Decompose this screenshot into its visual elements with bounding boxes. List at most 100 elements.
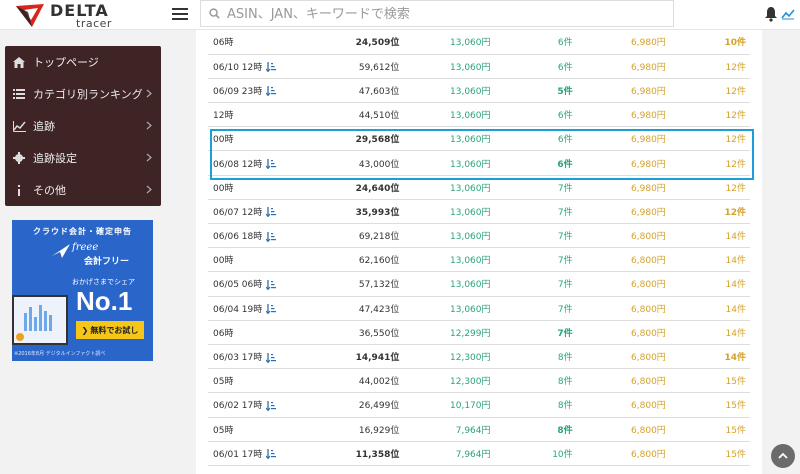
ad-free-trial-button[interactable]: ❯ 無料でお試し (76, 321, 144, 339)
cell-used-count: 14件 (665, 247, 750, 273)
table-row: 06時 36,550位 12,299円 7件 6,800円 14件 (208, 320, 750, 345)
cell-new-count: 8件 (490, 417, 573, 442)
sidebar-item-label: その他 (33, 184, 66, 197)
ad-headline: クラウド会計・確定申告 (33, 227, 132, 236)
table-row: 05時 44,002位 12,300円 8件 6,800円 15件 (208, 368, 750, 394)
table-row: 06/08 12時 43,000位 13,060円 6件 6,980円 12件 (208, 150, 750, 176)
table-row: 06時 24,509位 13,060円 6件 6,980円 10件 (208, 30, 750, 55)
time-label: 06時 (213, 38, 234, 49)
sort-amount-icon[interactable] (266, 159, 277, 170)
cell-used-count: 14件 (665, 320, 750, 345)
sort-amount-icon[interactable] (266, 352, 277, 363)
time-label: 06時 (213, 328, 234, 339)
cell-rank: 59,612位 (338, 54, 400, 79)
chevron-right-icon (146, 185, 152, 194)
cell-new-count: 7件 (490, 271, 573, 297)
bell-icon[interactable] (764, 6, 778, 22)
cell-new-count: 6件 (490, 54, 573, 79)
cell-time: 06/02 17時 (208, 392, 339, 418)
cell-used-count: 14件 (665, 344, 750, 370)
cell-time: 06/10 12時 (208, 54, 339, 79)
ad-bird-icon (52, 244, 70, 258)
cell-used-price: 6,800円 (572, 296, 666, 321)
cell-time: 06/01 17時 (208, 441, 339, 466)
sort-amount-icon[interactable] (266, 279, 277, 290)
search-icon[interactable] (209, 8, 220, 19)
time-label: 06/05 06時 (213, 280, 263, 291)
sidebar-item-category-ranking[interactable]: カテゴリ別ランキング (5, 78, 161, 110)
chevron-right-icon (146, 153, 152, 162)
cell-rank: 16,929位 (338, 417, 400, 442)
sort-amount-icon[interactable] (266, 304, 277, 315)
sidebar-item-other[interactable]: その他 (5, 174, 161, 206)
cell-used-count: 14件 (665, 223, 750, 249)
cell-new-price: 12,300円 (399, 368, 491, 394)
cell-new-price: 13,060円 (399, 199, 491, 225)
cell-time: 06時 (208, 30, 339, 55)
ad-button-label: 無料でお試し (90, 325, 139, 335)
cell-time: 06/03 17時 (208, 344, 339, 370)
table-row: 06/06 18時 69,218位 13,060円 7件 6,800円 14件 (208, 223, 750, 249)
ad-banner[interactable]: クラウド会計・確定申告 freee 会計フリー おかげさまでシェア No.1 ❯… (12, 220, 153, 361)
sort-amount-icon[interactable] (266, 231, 277, 242)
sidebar-item-tracking-settings[interactable]: 追跡設定 (5, 142, 161, 174)
sort-amount-icon[interactable] (266, 400, 277, 411)
cell-new-price: 13,060円 (399, 54, 491, 79)
time-label: 06/02 17時 (213, 401, 263, 412)
cell-new-count: 7件 (490, 199, 573, 225)
cell-rank: 11,358位 (338, 441, 400, 466)
cell-new-price: 13,060円 (399, 175, 491, 200)
chart-trend-icon[interactable] (781, 8, 795, 20)
cell-new-price: 13,060円 (399, 223, 491, 249)
cell-rank: 44,510位 (338, 102, 400, 128)
cell-used-price: 6,800円 (572, 247, 666, 273)
line-chart-icon (5, 120, 33, 132)
cell-used-price: 6,980円 (572, 30, 666, 55)
table-row: 06/07 12時 35,993位 13,060円 7件 6,980円 12件 (208, 199, 750, 225)
cell-used-price: 6,980円 (572, 199, 666, 225)
cell-new-price: 10,170円 (399, 392, 491, 418)
cell-new-price: 7,964円 (399, 417, 491, 442)
menu-toggle-icon[interactable] (172, 8, 188, 20)
cell-used-price: 6,980円 (572, 150, 666, 176)
cell-time: 12時 (208, 102, 339, 128)
cell-used-count: 10件 (665, 30, 750, 55)
table-row: 06/05 06時 57,132位 13,060円 7件 6,800円 14件 (208, 271, 750, 297)
home-icon (5, 56, 33, 68)
cell-rank: 24,640位 (338, 175, 400, 200)
sort-amount-icon[interactable] (266, 207, 277, 218)
time-label: 12時 (213, 111, 234, 122)
cell-used-count: 12件 (665, 78, 750, 104)
cell-rank: 24,509位 (338, 30, 400, 55)
cell-used-price: 6,980円 (572, 78, 666, 104)
cell-new-count: 6件 (490, 102, 573, 128)
cell-used-count: 15件 (665, 441, 750, 466)
cell-used-count: 12件 (665, 175, 750, 200)
search-input[interactable] (227, 3, 667, 25)
sort-amount-icon[interactable] (266, 62, 277, 73)
ad-laptop-image (12, 295, 68, 345)
sidebar-item-label: カテゴリ別ランキング (33, 88, 143, 101)
scroll-to-top-button[interactable] (771, 444, 795, 468)
cell-new-price: 13,060円 (399, 247, 491, 273)
table-row: 06/01 17時 11,358位 7,964円 10件 6,800円 15件 (208, 441, 750, 466)
cell-new-count: 7件 (490, 320, 573, 345)
sort-amount-icon[interactable] (266, 449, 277, 460)
logo[interactable]: DELTA tracer (14, 1, 144, 30)
table-row: 06/04 19時 47,423位 13,060円 7件 6,800円 14件 (208, 296, 750, 321)
sidebar-item-label: 追跡設定 (33, 152, 77, 165)
cell-rank: 69,218位 (338, 223, 400, 249)
table-row: 00時 24,640位 13,060円 7件 6,980円 12件 (208, 175, 750, 200)
sidebar-item-top[interactable]: トップページ (5, 46, 161, 78)
cell-used-price: 6,800円 (572, 344, 666, 370)
cell-used-count: 15件 (665, 392, 750, 418)
sort-amount-icon[interactable] (266, 86, 277, 97)
cell-rank: 14,941位 (338, 344, 400, 370)
cell-rank: 44,002位 (338, 368, 400, 394)
sidebar-nav: トップページ カテゴリ別ランキング 追跡 追跡設定 その他 (5, 46, 161, 206)
history-table-panel: 06時 24,509位 13,060円 6件 6,980円 10件 06/10 12時 59,… (196, 30, 762, 474)
cell-new-price: 7,964円 (399, 441, 491, 466)
sidebar-item-tracking[interactable]: 追跡 (5, 110, 161, 142)
time-label: 05時 (213, 377, 234, 388)
cell-used-price: 6,800円 (572, 441, 666, 466)
